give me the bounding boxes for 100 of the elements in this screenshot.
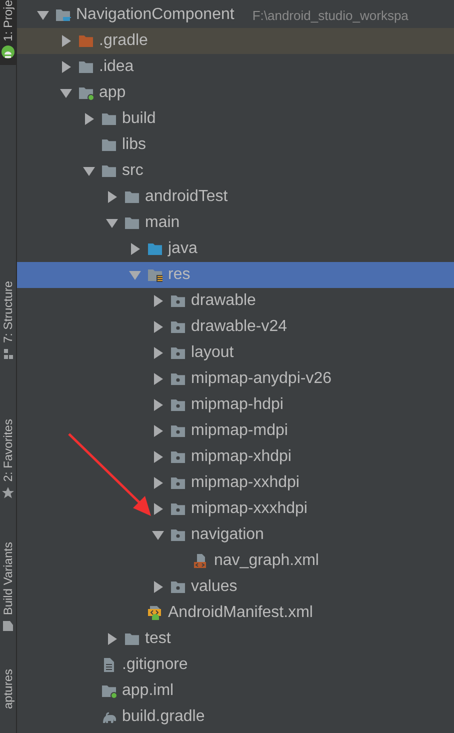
text-file-icon (101, 657, 117, 673)
folder-icon (55, 7, 71, 23)
expand-arrow-icon[interactable] (152, 503, 164, 515)
folder-icon (124, 215, 140, 231)
item-label: drawable (191, 292, 256, 310)
tree-row[interactable]: main (17, 210, 454, 236)
folder-icon (78, 33, 94, 49)
item-label: androidTest (145, 188, 228, 206)
expand-arrow-icon[interactable] (152, 477, 164, 489)
expand-arrow-icon[interactable] (152, 373, 164, 385)
project-path: F:\android_studio_workspa (252, 8, 408, 22)
tree-row[interactable]: AndroidManifest.xml (17, 600, 454, 626)
tree-row[interactable]: .gitignore (17, 652, 454, 678)
build-variants-icon (1, 619, 15, 634)
expand-arrow-icon[interactable] (152, 347, 164, 359)
tool-window-tab[interactable]: Build Variants (0, 542, 16, 640)
module-file-icon (101, 683, 117, 699)
tree-row[interactable]: test (17, 626, 454, 652)
tree-row[interactable]: androidTest (17, 184, 454, 210)
item-label: NavigationComponent (76, 6, 234, 24)
folder-icon (101, 163, 117, 179)
tree-row[interactable]: build.gradle (17, 704, 454, 730)
tree-row[interactable]: drawable (17, 288, 454, 314)
folder-icon (170, 319, 186, 335)
expand-arrow-icon[interactable] (152, 581, 164, 593)
item-label: java (168, 240, 198, 258)
tool-window-tab[interactable]: aptures (0, 669, 16, 716)
tree-row[interactable]: nav_graph.xml (17, 548, 454, 574)
tool-window-tab[interactable]: 1: Proje (0, 0, 16, 66)
expand-arrow-icon[interactable] (152, 451, 164, 463)
tree-row[interactable]: build (17, 106, 454, 132)
item-label: mipmap-anydpi-v26 (191, 370, 332, 388)
item-label: src (122, 162, 144, 180)
folder-icon (147, 241, 163, 257)
folder-icon (78, 59, 94, 75)
tree-row[interactable]: mipmap-mdpi (17, 418, 454, 444)
tree-row[interactable]: .idea (17, 54, 454, 80)
expand-arrow-icon[interactable] (152, 399, 164, 411)
item-label: mipmap-hdpi (191, 396, 284, 414)
tree-row[interactable]: drawable-v24 (17, 314, 454, 340)
tree-row[interactable]: libs (17, 132, 454, 158)
item-label: build.gradle (122, 708, 205, 726)
item-label: mipmap-xhdpi (191, 448, 292, 466)
collapse-arrow-icon[interactable] (152, 529, 164, 541)
expand-arrow-icon[interactable] (106, 191, 118, 203)
item-label: drawable-v24 (191, 318, 288, 336)
folder-icon (101, 111, 117, 127)
expand-arrow-icon[interactable] (152, 425, 164, 437)
folder-icon (170, 501, 186, 517)
folder-icon (147, 267, 163, 283)
folder-icon (170, 527, 186, 543)
expand-arrow-icon[interactable] (152, 321, 164, 333)
item-label: .gitignore (122, 656, 188, 674)
item-label: res (168, 266, 190, 284)
item-label: app (99, 84, 126, 102)
tree-row[interactable]: mipmap-hdpi (17, 392, 454, 418)
tree-row[interactable]: navigation (17, 522, 454, 548)
folder-icon (170, 475, 186, 491)
tree-row[interactable]: app.iml (17, 678, 454, 704)
folder-icon (170, 423, 186, 439)
folder-icon (78, 85, 94, 101)
item-label: navigation (191, 526, 264, 544)
tree-row[interactable]: app (17, 80, 454, 106)
folder-icon (170, 371, 186, 387)
folder-icon (170, 449, 186, 465)
item-label: values (191, 578, 238, 596)
tree-row[interactable]: mipmap-anydpi-v26 (17, 366, 454, 392)
android-icon (1, 45, 15, 60)
expand-arrow-icon[interactable] (106, 633, 118, 645)
expand-arrow-icon[interactable] (83, 113, 95, 125)
tree-row[interactable]: NavigationComponent F:\android_studio_workspa (17, 2, 454, 28)
expand-arrow-icon[interactable] (60, 61, 72, 73)
manifest-file-icon (147, 605, 163, 621)
folder-icon (170, 293, 186, 309)
expand-arrow-icon[interactable] (152, 295, 164, 307)
collapse-arrow-icon[interactable] (60, 87, 72, 99)
item-label: layout (191, 344, 234, 362)
collapse-arrow-icon[interactable] (37, 9, 49, 21)
item-label: .gradle (99, 32, 148, 50)
tree-row[interactable]: java (17, 236, 454, 262)
folder-icon (170, 345, 186, 361)
tool-window-tab[interactable]: 2: Favorites (0, 419, 16, 506)
tree-row[interactable]: mipmap-xhdpi (17, 444, 454, 470)
expand-arrow-icon[interactable] (129, 243, 141, 255)
folder-icon (124, 189, 140, 205)
item-label: AndroidManifest.xml (168, 604, 313, 622)
expand-arrow-icon[interactable] (60, 35, 72, 47)
collapse-arrow-icon[interactable] (83, 165, 95, 177)
collapse-arrow-icon[interactable] (106, 217, 118, 229)
tree-row[interactable]: layout (17, 340, 454, 366)
item-label: nav_graph.xml (214, 552, 319, 570)
tree-row[interactable]: src (17, 158, 454, 184)
tree-row[interactable]: mipmap-xxhdpi (17, 470, 454, 496)
tree-row[interactable]: mipmap-xxxhdpi (17, 496, 454, 522)
tree-row[interactable]: values (17, 574, 454, 600)
folder-icon (170, 397, 186, 413)
tree-row[interactable]: .gradle (17, 28, 454, 54)
star-icon (1, 486, 15, 500)
structure-icon (1, 347, 15, 362)
tool-window-tab[interactable]: 7: Structure (0, 281, 16, 368)
